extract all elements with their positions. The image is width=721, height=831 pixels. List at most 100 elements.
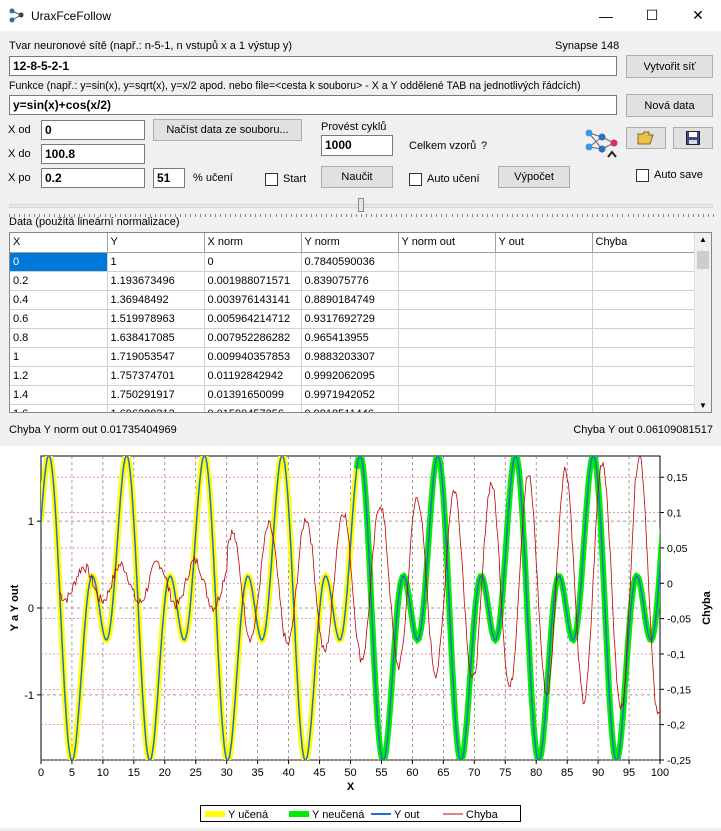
table-cell[interactable]: 1 (10, 347, 108, 367)
table-cell[interactable]: 0.6 (10, 309, 108, 329)
auto-learn-checkbox[interactable] (409, 173, 422, 186)
minimize-button[interactable]: — (583, 0, 629, 31)
topology-input[interactable]: 12-8-5-2-1 (9, 56, 617, 76)
slider-thumb[interactable] (358, 198, 364, 212)
save-button[interactable] (673, 127, 713, 149)
column-header[interactable]: Y norm out (398, 233, 496, 253)
table-cell[interactable] (398, 385, 496, 405)
table-cell[interactable]: 1.750291917 (107, 385, 205, 405)
scroll-thumb[interactable] (697, 251, 709, 269)
function-input[interactable]: y=sin(x)+cos(x/2) (9, 95, 617, 115)
table-cell[interactable] (398, 271, 496, 291)
table-cell[interactable] (495, 328, 593, 348)
table-cell[interactable]: 0.9992062095 (301, 366, 399, 386)
column-header[interactable]: Y norm (301, 233, 399, 253)
table-cell[interactable] (398, 366, 496, 386)
table-cell[interactable]: 0.007952286282 (204, 328, 302, 348)
table-row[interactable]: 0.4 1.36948492 0.003976143141 0.8890184749 (10, 290, 695, 310)
table-row[interactable]: 1.61.6962803120.015904572560.9818511446 (10, 404, 695, 412)
table-cell[interactable] (592, 328, 695, 348)
x-step-input[interactable]: 0.2 (41, 168, 145, 188)
table-cell[interactable]: 0.001988071571 (204, 271, 302, 291)
close-button[interactable]: ✕ (675, 0, 721, 31)
table-cell[interactable]: 0.9317692729 (301, 309, 399, 329)
position-slider[interactable] (9, 198, 714, 218)
data-grid[interactable]: XYX norm Y norm Y norm out Y out Chyba 0 1 0 0.… (9, 232, 712, 413)
x-from-input[interactable]: 0 (41, 120, 145, 140)
column-header[interactable]: Y out (495, 233, 593, 253)
table-cell[interactable] (592, 309, 695, 329)
table-cell[interactable]: 0.9883203307 (301, 347, 399, 367)
table-cell[interactable]: 0.965413955 (301, 328, 399, 348)
table-cell[interactable] (592, 347, 695, 367)
create-network-button[interactable]: Vytvořit síť (626, 55, 713, 78)
cycles-input[interactable]: 1000 (321, 135, 393, 156)
table-cell[interactable]: 0.003976143141 (204, 290, 302, 310)
start-checkbox[interactable] (265, 173, 278, 186)
table-row[interactable]: 1.2 1.757374701 0.01192842942 0.9992062095 (10, 366, 695, 386)
table-cell[interactable]: 1.6 (10, 404, 108, 412)
table-cell[interactable]: 0.2 (10, 271, 108, 291)
table-cell[interactable] (495, 347, 593, 367)
column-header[interactable]: Chyba (592, 233, 695, 253)
table-cell[interactable]: 0.009940357853 (204, 347, 302, 367)
table-cell[interactable] (398, 252, 496, 272)
table-cell[interactable] (592, 290, 695, 310)
table-row[interactable]: 0 1 0 0.7840590036 (10, 252, 695, 272)
table-cell[interactable]: 0.01192842942 (204, 366, 302, 386)
table-cell[interactable] (592, 271, 695, 291)
table-cell[interactable] (495, 290, 593, 310)
table-cell[interactable] (495, 252, 593, 272)
table-cell[interactable]: 0.9971942052 (301, 385, 399, 405)
table-cell[interactable]: 0.005964214712 (204, 309, 302, 329)
table-cell[interactable]: 0.8 (10, 328, 108, 348)
open-file-button[interactable] (626, 127, 666, 149)
table-cell[interactable] (398, 328, 496, 348)
table-row[interactable]: 0.8 1.638417085 0.007952286282 0.965413955 (10, 328, 695, 348)
table-cell[interactable]: 0.9818511446 (301, 404, 399, 412)
table-cell[interactable] (592, 404, 695, 412)
scroll-down-icon[interactable]: ▼ (699, 401, 707, 410)
column-header[interactable]: X (10, 233, 108, 253)
table-cell[interactable]: 0 (204, 252, 302, 272)
table-cell[interactable]: 0.01391650099 (204, 385, 302, 405)
table-row[interactable]: 0.6 1.519978963 0.005964214712 0.9317692729 (10, 309, 695, 329)
auto-save-checkbox[interactable] (636, 169, 649, 182)
table-cell[interactable]: 0.839075776 (301, 271, 399, 291)
table-cell[interactable] (495, 271, 593, 291)
table-cell[interactable] (592, 385, 695, 405)
table-cell[interactable]: 0.8890184749 (301, 290, 399, 310)
maximize-button[interactable]: ☐ (629, 0, 675, 31)
table-row[interactable]: 1.4 1.750291917 0.01391650099 0.9971942052 (10, 385, 695, 405)
table-cell[interactable] (398, 404, 496, 412)
table-cell[interactable]: 1.193673496 (107, 271, 205, 291)
table-cell[interactable]: 1.519978963 (107, 309, 205, 329)
compute-button[interactable]: Výpočet (498, 166, 570, 188)
column-header[interactable]: Y (107, 233, 205, 253)
table-cell[interactable]: 1 (107, 252, 205, 272)
table-cell[interactable]: 1.757374701 (107, 366, 205, 386)
table-cell[interactable] (592, 252, 695, 272)
load-file-button[interactable]: Načíst data ze souboru... (153, 119, 302, 141)
table-vertical-scrollbar[interactable]: ▲ ▼ (694, 233, 711, 412)
table-cell[interactable]: 1.4 (10, 385, 108, 405)
table-row[interactable]: 1 1.719053547 0.009940357853 0.9883203307 (10, 347, 695, 367)
table-cell[interactable] (592, 366, 695, 386)
table-cell[interactable]: 0.7840590036 (301, 252, 399, 272)
column-header[interactable]: X norm (204, 233, 302, 253)
table-cell[interactable]: 1.696280312 (107, 404, 205, 412)
table-cell[interactable]: 1.36948492 (107, 290, 205, 310)
table-cell[interactable]: 0 (10, 252, 108, 272)
table-cell[interactable]: 1.638417085 (107, 328, 205, 348)
table-cell[interactable]: 1.719053547 (107, 347, 205, 367)
table-row[interactable]: 0.2 1.193673496 0.001988071571 0.839075776 (10, 271, 695, 291)
learn-button[interactable]: Naučit (321, 166, 393, 188)
table-cell[interactable]: 1.2 (10, 366, 108, 386)
scroll-up-icon[interactable]: ▲ (699, 235, 707, 244)
table-cell[interactable]: 0.01590457256 (204, 404, 302, 412)
table-cell[interactable] (495, 385, 593, 405)
table-cell[interactable] (495, 309, 593, 329)
table-cell[interactable] (398, 347, 496, 367)
table-cell[interactable] (495, 404, 593, 412)
learn-percent-input[interactable]: 51 (153, 168, 185, 188)
